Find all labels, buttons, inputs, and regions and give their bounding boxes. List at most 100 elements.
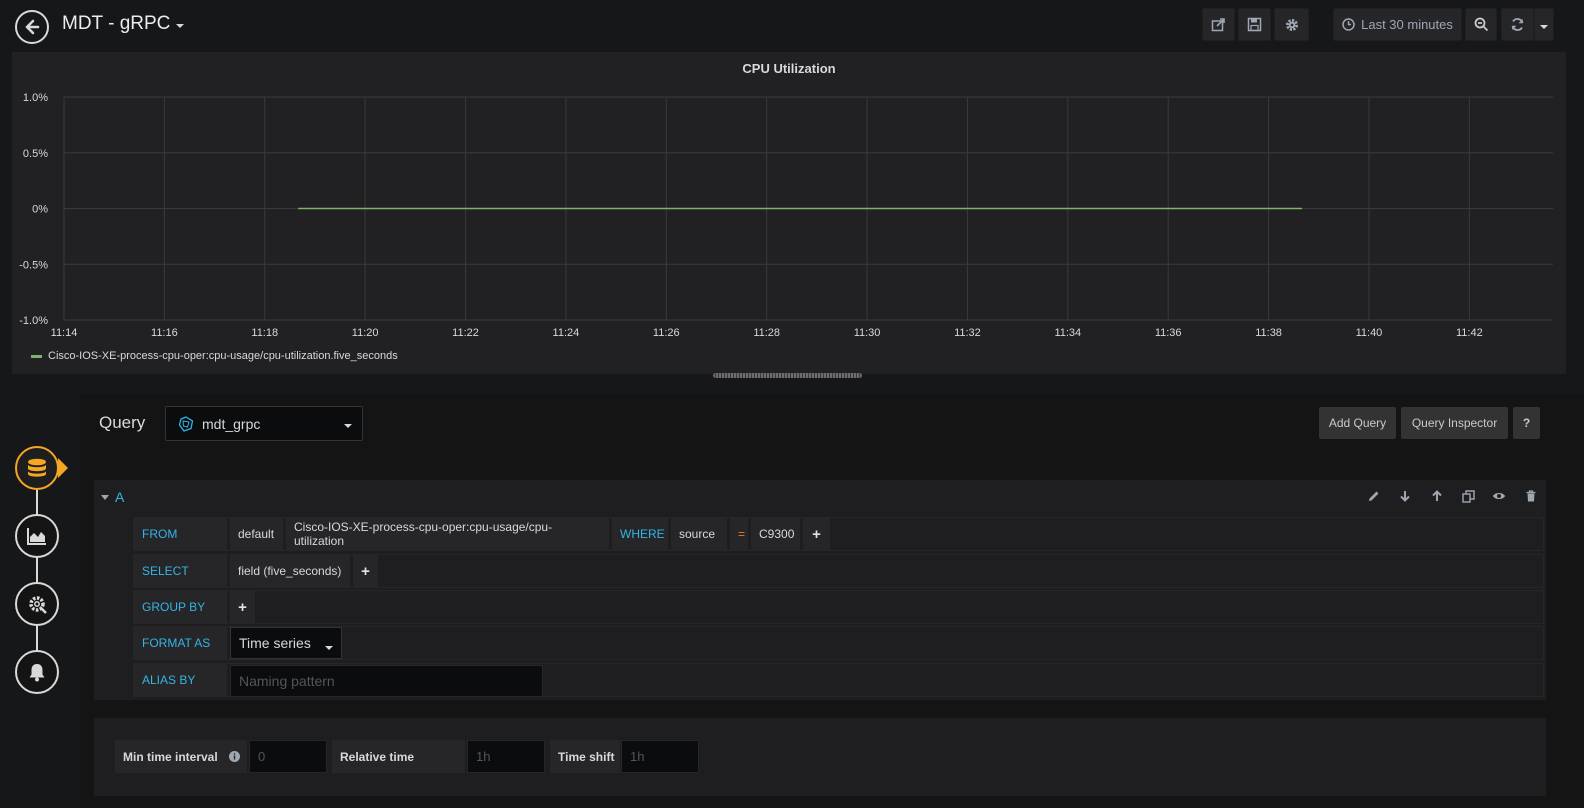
x-tick-label: 11:32 [954,327,981,339]
select-label: SELECT [134,555,227,587]
eye-icon [1493,493,1505,499]
edit-query-button[interactable] [1366,488,1382,504]
legend-series-label: Cisco-IOS-XE-process-cpu-oper:cpu-usage/… [48,350,398,362]
arrow-left-icon [25,19,40,35]
format-as-row: FORMAT AS Time series [133,626,1544,660]
delete-query-button[interactable] [1523,488,1539,504]
alias-by-label: ALIAS BY [134,664,227,696]
from-row: FROM default Cisco-IOS-XE-process-cpu-op… [133,517,1544,551]
step-general[interactable] [15,582,59,626]
step-connector [36,488,38,516]
arrow-down-icon [1400,491,1410,502]
datasource-name: mdt_grpc [202,415,261,432]
arrow-up-icon [1432,490,1442,501]
caret-down-icon [1540,24,1548,29]
datasource-icon [178,415,194,432]
x-tick-label: 11:20 [352,327,379,339]
select-row: SELECT field (five_seconds) + [133,554,1544,588]
add-select-button[interactable]: + [353,555,378,587]
refresh-interval-dropdown[interactable] [1534,8,1554,41]
x-tick-label: 11:38 [1255,327,1282,339]
time-shift-label: Time shift [550,740,620,773]
step-visualization[interactable] [15,514,59,558]
alias-by-row: ALIAS BY [133,663,1544,697]
y-tick-label: 0% [32,204,48,216]
x-tick-label: 11:40 [1356,327,1383,339]
top-navbar: MDT - gRPC Last 30 minutes [0,0,1584,52]
min-time-interval-input[interactable] [249,740,327,773]
cpu-utilization-chart[interactable]: 1.0% 0.5% 0% -0.5% -1.0%11:14 11:16 11:18 11:20… [12,52,1566,374]
x-tick-label: 11:28 [753,327,780,339]
toggle-visibility-button[interactable] [1491,488,1507,504]
x-tick-label: 11:18 [251,327,278,339]
trash-icon [1526,490,1536,502]
save-icon [1247,17,1262,32]
gear-icon [1285,18,1298,31]
retention-policy-segment[interactable]: default [230,518,283,550]
time-range-label: Last 30 minutes [1361,17,1453,32]
share-button[interactable] [1202,8,1235,41]
refresh-button[interactable] [1501,8,1534,41]
alias-by-input[interactable] [230,665,543,697]
clock-icon [1342,18,1355,31]
panel-resize-handle[interactable] [713,373,862,378]
format-as-select[interactable]: Time series [230,627,342,659]
from-label: FROM [134,518,227,550]
measurement-segment[interactable]: Cisco-IOS-XE-process-cpu-oper:cpu-usage/… [286,518,609,550]
caret-down-icon [176,24,185,28]
caret-down-icon [325,646,333,650]
zoom-out-icon [1474,17,1488,32]
add-group-by-button[interactable]: + [230,591,255,623]
datasource-picker[interactable]: mdt_grpc [165,406,363,441]
select-field-segment[interactable]: field (five_seconds) [230,555,350,587]
help-button[interactable]: ? [1513,407,1540,439]
add-query-button[interactable]: Add Query [1319,407,1396,439]
dashboard-title: MDT - gRPC [62,13,171,34]
step-queries[interactable] [15,446,59,490]
x-tick-label: 11:24 [553,327,580,339]
dashboard-title-dropdown[interactable]: MDT - gRPC [62,13,185,35]
format-as-label: FORMAT AS [134,627,227,659]
x-tick-label: 11:26 [653,327,680,339]
caret-down-icon [344,424,352,428]
query-label: Query [99,413,146,432]
time-shift-input[interactable] [621,740,699,773]
min-time-interval-label: Min time interval [115,740,247,773]
pencil-icon [1369,491,1379,501]
collapse-icon [101,494,109,500]
back-button[interactable] [15,10,49,44]
zoom-out-button[interactable] [1465,8,1497,41]
duplicate-query-button[interactable] [1460,488,1476,504]
share-icon [1211,18,1225,32]
x-tick-label: 11:30 [854,327,881,339]
move-down-button[interactable] [1397,488,1413,504]
legend-item[interactable]: Cisco-IOS-XE-process-cpu-oper:cpu-usage/… [31,350,398,362]
tools-icon [29,596,47,614]
y-tick-label: -1.0% [19,315,48,327]
y-tick-label: 1.0% [23,92,48,104]
move-up-button[interactable] [1429,488,1445,504]
info-icon[interactable] [229,751,240,762]
group-by-row: GROUP BY + [133,590,1544,624]
settings-button[interactable] [1274,8,1309,41]
database-icon [28,458,46,477]
time-picker-button[interactable]: Last 30 minutes [1333,8,1462,41]
graph-panel: CPU Utilization 1.0% 0.5% 0% -0.5% -1.0% 11:1… [12,52,1566,374]
where-operator-segment[interactable]: = [730,518,748,550]
relative-time-input[interactable] [467,740,545,773]
save-button[interactable] [1238,8,1271,41]
y-tick-label: 0.5% [23,148,48,160]
step-alert[interactable] [15,650,59,694]
where-value-segment[interactable]: C9300 [751,518,800,550]
add-where-button[interactable]: + [803,518,830,550]
bell-icon [29,664,45,682]
query-inspector-button[interactable]: Query Inspector [1401,407,1508,439]
query-ref-toggle[interactable]: A [101,489,124,505]
step-connector [36,556,38,584]
x-tick-label: 11:36 [1155,327,1182,339]
y-tick-label: -0.5% [19,259,48,271]
format-as-value: Time series [239,635,311,651]
active-step-pointer [58,458,68,478]
step-connector [36,624,38,652]
where-key-segment[interactable]: source [671,518,727,550]
